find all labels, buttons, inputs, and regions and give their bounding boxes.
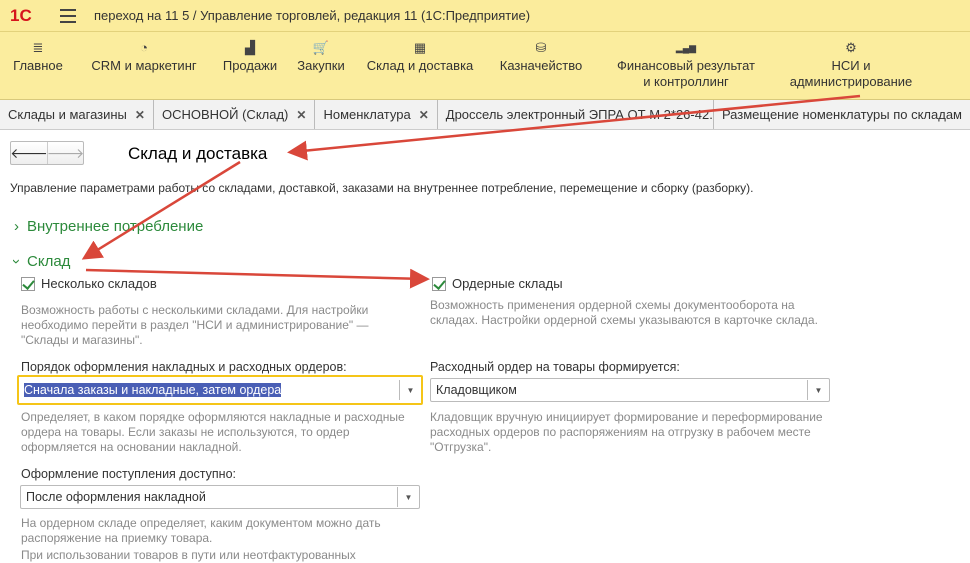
multi-warehouse-checkbox[interactable]: Несколько складов [21,276,157,291]
section-label: НСИ и администрирование [789,58,913,89]
section-label: Главное [13,58,63,73]
pie-icon: ◔ [140,40,148,55]
dropdown-icon[interactable]: ▼ [399,380,421,400]
tab-label: ОСНОВНОЙ (Склад) [161,107,289,122]
checkbox-checked-icon[interactable] [21,276,35,291]
section-warehouse[interactable]: ▦ Склад и доставка [354,32,486,99]
section-label: Закупки [297,58,345,73]
bar-chart-icon: ▂▄▆ [675,43,697,53]
section-sales[interactable]: ▟ Продажи [212,32,288,99]
select-value: Кладовщиком [436,383,517,397]
section-main[interactable]: ≣ Главное [0,32,76,99]
window-title: переход на 11 5 / Управление торговлей, … [94,8,531,23]
section-finance[interactable]: ▂▄▆ Финансовый результат и контроллинг [596,32,776,99]
expense-order-hint: Кладовщик вручную инициирует формировани… [430,410,823,454]
section-nsi[interactable]: ⚙ НСИ и администрирование [776,32,926,99]
section-crm[interactable]: ◔ CRM и маркетинг [76,32,212,99]
sections-panel: ≣ Главное ◔ CRM и маркетинг ▟ Продажи 🛒 Заку… [0,32,970,100]
select-value: Сначала заказы и накладные, затем ордера [24,383,282,397]
group-warehouse[interactable]: › Склад [8,253,71,270]
receipt-hint-2: При использовании товаров в пути или нео… [21,548,356,562]
chevron-right-icon: › [14,218,19,235]
forward-button[interactable]: 🡒 [47,142,84,164]
section-label: Финансовый результат и контроллинг [617,58,755,89]
receipt-label: Оформление поступления доступно: [21,467,236,481]
checkbox-label: Несколько складов [41,276,157,291]
page-title: Склад и доставка [128,144,268,163]
coins-icon: ⛁ [535,40,547,55]
order-warehouse-hint: Возможность применения ордерной схемы до… [430,298,818,327]
history-nav: 🡐 🡒 [10,141,84,165]
multi-warehouse-hint: Возможность работы с несколькими складам… [21,303,369,347]
title-bar: 1С переход на 11 5 / Управление торговле… [0,0,970,32]
group-internal-consumption[interactable]: › Внутреннее потребление [14,218,203,235]
tab[interactable]: Склады и магазины ✕ [0,100,154,129]
grid-icon: ▦ [413,40,427,55]
bag-icon: ▟ [245,40,255,55]
section-treasury[interactable]: ⛁ Казначейство [486,32,596,99]
list-icon: ≣ [32,40,44,55]
open-tabs: Склады и магазины ✕ ОСНОВНОЙ (Склад) ✕ Ном… [0,100,970,130]
expense-order-label: Расходный ордер на товары формируется: [430,360,680,374]
cart-icon: 🛒 [312,40,330,55]
tab-label: Размещение номенклатуры по складам [721,107,962,122]
checkbox-checked-icon[interactable] [432,276,446,291]
section-label: CRM и маркетинг [91,58,197,73]
page-description: Управление параметрами работы со складам… [10,181,754,195]
select-value: После оформления накладной [26,490,206,504]
chevron-down-icon: › [8,259,25,264]
order-procedure-hint: Определяет, в каком порядке оформляются … [21,410,405,454]
arrow [81,160,241,260]
section-purchases[interactable]: 🛒 Закупки [288,32,354,99]
order-procedure-select[interactable]: Сначала заказы и накладные, затем ордера… [17,375,423,405]
gear-icon: ⚙ [845,40,857,55]
section-label: Казначейство [499,58,583,73]
section-label: Склад и доставка [366,58,474,73]
dropdown-icon[interactable]: ▼ [397,487,419,507]
group-label: Внутреннее потребление [27,218,204,235]
receipt-hint: На ордерном складе определяет, каким док… [21,516,381,545]
tab-label: Номенклатура [323,107,411,122]
tab[interactable]: Номенклатура ✕ [315,100,438,129]
section-label: Продажи [222,58,278,73]
1c-logo: 1С [10,5,32,25]
order-procedure-label: Порядок оформления накладных и расходных… [21,360,347,374]
tab-label: Склады и магазины [8,107,127,122]
receipt-select[interactable]: После оформления накладной ▼ [20,485,420,509]
close-icon[interactable]: ✕ [135,108,145,122]
back-button[interactable]: 🡐 [10,142,48,164]
group-label: Склад [27,253,71,270]
tab[interactable]: Размещение номенклатуры по складам [714,100,970,129]
tab-label: Дроссель электронный ЭПРА ОТ М 2*26-42..… [445,107,714,122]
close-icon[interactable]: ✕ [419,108,429,122]
expense-order-select[interactable]: Кладовщиком ▼ [430,378,830,402]
tab[interactable]: ОСНОВНОЙ (Склад) ✕ [154,100,316,129]
order-warehouse-checkbox[interactable]: Ордерные склады [432,276,563,291]
close-icon[interactable]: ✕ [296,108,306,122]
checkbox-label: Ордерные склады [452,276,563,291]
dropdown-icon[interactable]: ▼ [807,380,829,400]
tab[interactable]: Дроссель электронный ЭПРА ОТ М 2*26-42..… [438,100,714,129]
menu-icon[interactable] [60,8,76,23]
